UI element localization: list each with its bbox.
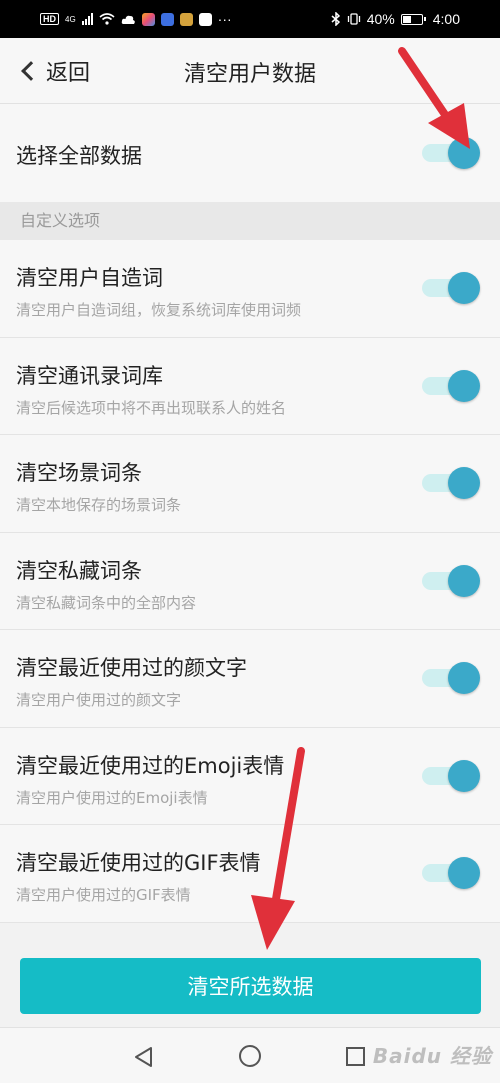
option-row-gif[interactable]: 清空最近使用过的GIF表情 清空用户使用过的GIF表情	[0, 825, 500, 923]
watermark: Baidu 经验	[372, 1044, 492, 1068]
browser-notification-icon	[179, 12, 193, 26]
select-all-label: 选择全部数据	[16, 144, 142, 168]
system-nav-bar: Baidu 经验	[0, 1027, 500, 1083]
toggle-knob	[448, 272, 480, 304]
status-right: 40% 4:00	[331, 11, 460, 27]
option-title: 清空通讯录词库	[16, 363, 163, 388]
select-all-toggle[interactable]	[422, 137, 480, 169]
nav-home-icon[interactable]	[239, 1045, 261, 1067]
mail-notification-icon	[198, 12, 212, 26]
option-toggle[interactable]	[422, 759, 480, 792]
page-title: 清空用户数据	[183, 62, 316, 87]
option-row-emoji[interactable]: 清空最近使用过的Emoji表情 清空用户使用过的Emoji表情	[0, 727, 500, 825]
bluetooth-icon	[331, 12, 340, 26]
option-row-contacts[interactable]: 清空通讯录词库 清空后候选项中将不再出现联系人的姓名	[0, 337, 500, 435]
option-row-private-words[interactable]: 清空私藏词条 清空私藏词条中的全部内容	[0, 532, 500, 630]
toggle-knob	[448, 137, 480, 169]
toggle-knob	[448, 467, 480, 499]
option-subtitle: 清空用户使用过的GIF表情	[16, 886, 191, 904]
select-all-row[interactable]: 选择全部数据	[0, 104, 500, 202]
title-bar: 返回 清空用户数据	[0, 38, 500, 104]
option-subtitle: 清空私藏词条中的全部内容	[16, 593, 197, 612]
clear-selected-button[interactable]: 清空所选数据	[20, 958, 481, 1014]
battery-percent: 40%	[366, 11, 395, 27]
toggle-knob	[448, 759, 480, 792]
clock: 4:00	[432, 11, 460, 27]
hd-badge: HD	[40, 13, 59, 25]
option-subtitle: 清空本地保存的场景词条	[16, 496, 182, 514]
option-row-kaomoji[interactable]: 清空最近使用过的颜文字 清空用户使用过的颜文字	[0, 630, 500, 728]
toggle-knob	[448, 564, 480, 597]
nav-recents-icon[interactable]	[346, 1047, 365, 1066]
option-toggle[interactable]	[422, 564, 480, 597]
battery-icon	[400, 13, 426, 25]
option-row-scene-words[interactable]: 清空场景词条 清空本地保存的场景词条	[0, 435, 500, 533]
option-toggle[interactable]	[422, 467, 480, 499]
toggle-knob	[448, 662, 480, 694]
option-row-user-words[interactable]: 清空用户自造词 清空用户自造词组，恢复系统词库使用词频	[0, 240, 500, 338]
option-title: 清空最近使用过的GIF表情	[16, 851, 261, 875]
gallery-notification-icon	[160, 12, 174, 26]
signal-icon	[81, 13, 93, 25]
option-title: 清空最近使用过的颜文字	[16, 656, 247, 680]
option-toggle[interactable]	[422, 662, 480, 694]
footer: 清空所选数据	[0, 945, 500, 1027]
option-title: 清空场景词条	[16, 461, 142, 485]
option-subtitle: 清空后候选项中将不再出现联系人的姓名	[16, 398, 287, 417]
option-subtitle: 清空用户自造词组，恢复系统词库使用词频	[16, 301, 302, 319]
option-subtitle: 清空用户使用过的颜文字	[16, 691, 182, 709]
toggle-knob	[448, 857, 480, 889]
option-title: 清空用户自造词	[16, 266, 163, 290]
options-list: 清空用户自造词 清空用户自造词组，恢复系统词库使用词频 清空通讯录词库 清空后候…	[0, 240, 500, 923]
status-bar: HD 4G ··· 40% 4:00	[0, 0, 500, 38]
more-notifications-icon: ···	[217, 11, 232, 27]
option-title: 清空最近使用过的Emoji表情	[16, 753, 285, 778]
option-toggle[interactable]	[422, 369, 480, 402]
nav-back-icon[interactable]	[133, 1046, 153, 1068]
option-title: 清空私藏词条	[16, 558, 142, 583]
status-left: HD 4G ···	[40, 11, 232, 27]
option-subtitle: 清空用户使用过的Emoji表情	[16, 788, 208, 807]
app-notification-icon	[141, 12, 155, 26]
cloud-icon	[121, 15, 135, 24]
vibrate-icon	[347, 13, 360, 25]
option-toggle[interactable]	[422, 857, 480, 889]
option-toggle[interactable]	[422, 272, 480, 304]
wifi-icon	[99, 13, 115, 25]
toggle-knob	[448, 369, 480, 402]
section-header: 自定义选项	[0, 202, 500, 240]
network-type: 4G	[65, 14, 76, 24]
